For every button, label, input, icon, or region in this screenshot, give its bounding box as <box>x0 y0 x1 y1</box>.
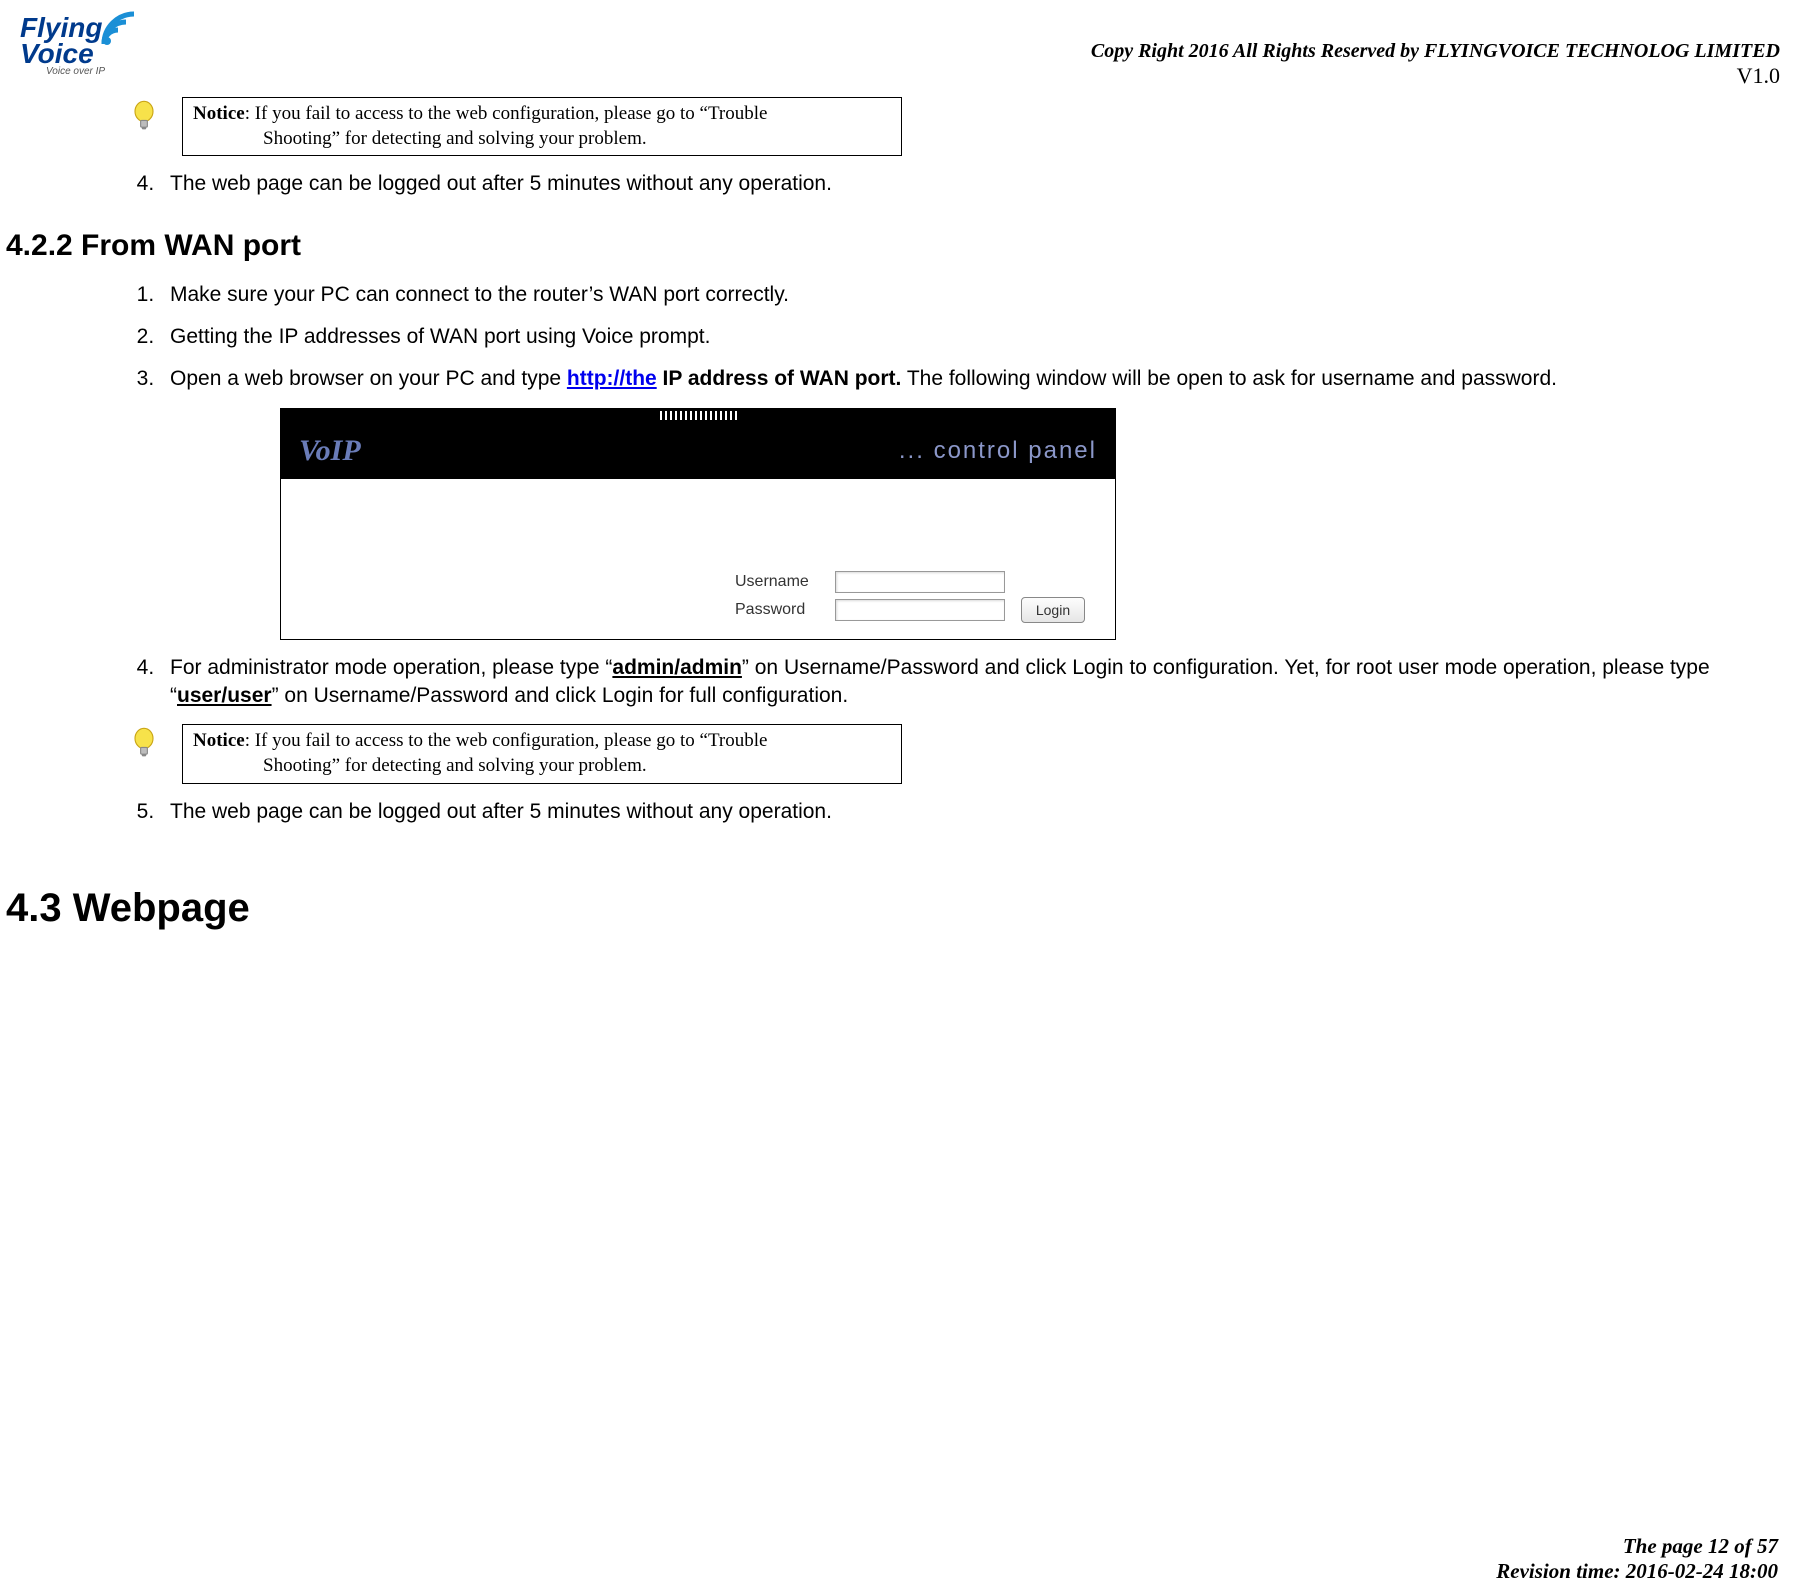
list-item-4-2-2-2: Getting the IP addresses of WAN port usi… <box>160 323 1798 351</box>
brand-logo: Flying Voice Voice over IP <box>18 10 138 80</box>
panel-title-bar: VoIP ... control panel <box>281 423 1115 479</box>
item4-pre: For administrator mode operation, please… <box>170 656 612 679</box>
footer: The page 12 of 57 Revision time: 2016-02… <box>1496 1534 1778 1584</box>
wan-url-link[interactable]: http://the <box>567 367 657 390</box>
item3-post: The following window will be open to ask… <box>901 367 1557 390</box>
item4-b1: admin/admin <box>612 656 742 679</box>
list-item-4-2-1-4: The web page can be logged out after 5 m… <box>160 170 1798 198</box>
login-button[interactable]: Login <box>1021 597 1085 623</box>
item3-bold: IP address of WAN port. <box>657 367 902 390</box>
password-label: Password <box>735 601 825 619</box>
username-input[interactable] <box>835 571 1005 593</box>
panel-voip-label: VoIP <box>299 434 361 468</box>
heading-4-2-2: 4.2.2 From WAN port <box>6 229 1798 263</box>
notice-label: Notice <box>193 103 245 124</box>
notice-text-line2: Shooting” for detecting and solving your… <box>193 127 891 152</box>
notice-label: Notice <box>193 730 245 751</box>
lightbulb-icon <box>130 99 158 135</box>
list-item-4-2-2-1: Make sure your PC can connect to the rou… <box>160 281 1798 309</box>
wifi-icon <box>100 10 140 50</box>
heading-4-3: 4.3 Webpage <box>6 886 1798 931</box>
notice-text-line1: : If you fail to access to the web confi… <box>245 103 768 124</box>
version-text: V1.0 <box>1091 63 1780 89</box>
list-item-4-2-2-3: Open a web browser on your PC and type h… <box>160 365 1798 393</box>
panel-ruler <box>281 409 1115 423</box>
notice-text-line1: : If you fail to access to the web confi… <box>245 730 768 751</box>
panel-control-panel-label: ... control panel <box>899 437 1097 465</box>
username-label: Username <box>735 573 825 591</box>
notice-box-2: Notice: If you fail to access to the web… <box>130 724 1798 783</box>
item3-pre: Open a web browser on your PC and type <box>170 367 567 390</box>
password-input[interactable] <box>835 599 1005 621</box>
login-form: Username Password Login <box>735 567 1085 627</box>
notice-frame-1: Notice: If you fail to access to the web… <box>182 97 902 156</box>
item4-post: ” on Username/Password and click Login f… <box>272 684 849 707</box>
notice-frame-2: Notice: If you fail to access to the web… <box>182 724 902 783</box>
notice-text-line2: Shooting” for detecting and solving your… <box>193 754 891 779</box>
login-panel-screenshot: VoIP ... control panel Username Password… <box>280 408 1116 640</box>
lightbulb-icon <box>130 726 158 762</box>
notice-box-1: Notice: If you fail to access to the web… <box>130 97 1798 156</box>
item4-b2: user/user <box>177 684 272 707</box>
page-number: The page 12 of 57 <box>1496 1534 1778 1559</box>
list-item-4-2-2-5: The web page can be logged out after 5 m… <box>160 798 1798 826</box>
copyright-text: Copy Right 2016 All Rights Reserved by F… <box>1091 40 1780 63</box>
list-item-4-2-2-4: For administrator mode operation, please… <box>160 654 1798 711</box>
logo-tagline: Voice over IP <box>46 66 105 77</box>
revision-time: Revision time: 2016-02-24 18:00 <box>1496 1559 1778 1584</box>
